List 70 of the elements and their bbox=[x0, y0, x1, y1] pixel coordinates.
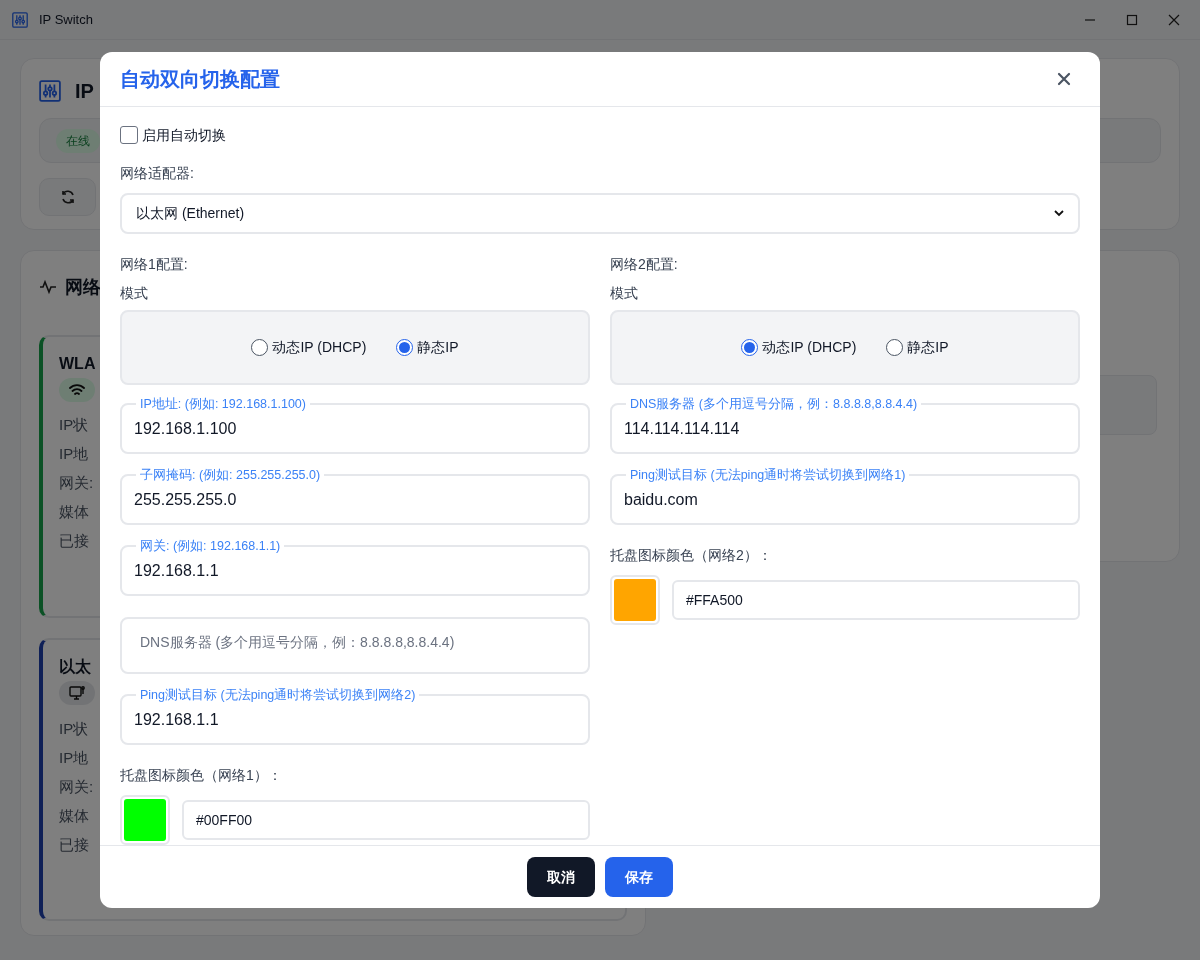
radio-option[interactable]: 静态IP bbox=[396, 337, 459, 359]
input-field[interactable]: 子网掩码: (例如: 255.255.255.0) 255.255.255.0 bbox=[120, 468, 590, 526]
section-label: 网络2配置: bbox=[610, 255, 679, 275]
color-input[interactable]: #FFA500 bbox=[672, 580, 1080, 621]
activity-icon bbox=[39, 278, 57, 296]
field-label: 托盘图标颜色（网络2）： bbox=[610, 546, 773, 566]
floating-label: IP地址: (例如: 192.168.1.100) bbox=[139, 397, 307, 412]
text-input[interactable]: 192.168.1.1 bbox=[134, 702, 576, 739]
text-input[interactable]: baidu.com bbox=[624, 482, 1066, 519]
save-button[interactable]: 保存 bbox=[605, 857, 673, 898]
text-input[interactable]: 192.168.1.1 bbox=[134, 553, 576, 590]
info-label: IP状 bbox=[59, 415, 89, 435]
text-input[interactable]: 114.114.114.114 bbox=[624, 411, 1066, 448]
checkbox[interactable] bbox=[120, 126, 138, 145]
cancel-button[interactable]: 取消 bbox=[527, 857, 595, 898]
input-field[interactable]: DNS服务器 (多个用逗号分隔，例：8.8.8.8,8.8.4.4) bbox=[120, 617, 590, 675]
floating-label: 网关: (例如: 192.168.1.1) bbox=[139, 539, 282, 554]
info-label: 网关: bbox=[59, 777, 94, 797]
input-field[interactable]: 网关: (例如: 192.168.1.1) 192.168.1.1 bbox=[120, 539, 590, 597]
refresh-button[interactable] bbox=[39, 178, 96, 216]
radio-button[interactable] bbox=[886, 339, 904, 357]
text-input[interactable]: 255.255.255.0 bbox=[134, 482, 576, 519]
input-field[interactable]: Ping测试目标 (无法ping通时将尝试切换到网络1) baidu.com bbox=[610, 468, 1080, 526]
radio-option[interactable]: 静态IP bbox=[886, 337, 949, 359]
field-label: 托盘图标颜色（网络1）： bbox=[120, 766, 283, 786]
app-title: IP bbox=[75, 79, 94, 104]
dialog-title: 自动双向切换配置 bbox=[120, 67, 280, 93]
floating-label: Ping测试目标 (无法ping通时将尝试切换到网络2) bbox=[139, 688, 417, 703]
field-label: 模式 bbox=[120, 284, 149, 304]
chevron-down-icon bbox=[1054, 210, 1064, 218]
input-field[interactable]: DNS服务器 (多个用逗号分隔，例：8.8.8.8,8.8.4.4) 114.114.114.114 bbox=[610, 397, 1080, 455]
radio-button[interactable] bbox=[251, 339, 269, 357]
radio-option[interactable]: 动态IP (DHCP) bbox=[251, 337, 367, 359]
text-input[interactable]: 192.168.1.100 bbox=[134, 411, 576, 448]
app-icon bbox=[39, 80, 61, 102]
maximize-icon[interactable] bbox=[1126, 13, 1138, 26]
checkbox-label: 启用自动切换 bbox=[142, 125, 226, 145]
input-field[interactable]: IP地址: (例如: 192.168.1.100) 192.168.1.100 bbox=[120, 397, 590, 455]
network-name: 以太 bbox=[59, 657, 91, 677]
radio-option[interactable]: 动态IP (DHCP) bbox=[741, 337, 857, 359]
info-label: 媒体 bbox=[59, 502, 89, 522]
radio-button[interactable] bbox=[741, 339, 759, 357]
info-label: IP地 bbox=[59, 444, 89, 464]
text-input[interactable]: DNS服务器 (多个用逗号分隔，例：8.8.8.8,8.8.4.4) bbox=[134, 624, 576, 661]
section-label: 网络1配置: bbox=[120, 255, 189, 275]
app-icon bbox=[12, 11, 28, 28]
adapter-dropdown[interactable]: 以太网 (Ethernet) bbox=[120, 193, 1080, 235]
section-title: 网络 bbox=[65, 275, 101, 299]
window-title: IP Switch bbox=[39, 10, 93, 29]
floating-label: DNS服务器 (多个用逗号分隔，例：8.8.8.8,8.8.4.4) bbox=[629, 397, 919, 412]
close-icon bbox=[1057, 72, 1071, 87]
field-label: 模式 bbox=[610, 284, 639, 304]
info-label: IP状 bbox=[59, 719, 89, 739]
status-badge: 在线 bbox=[56, 128, 100, 153]
refresh-icon bbox=[59, 189, 76, 205]
wifi-icon bbox=[69, 383, 85, 397]
field-label: 网络适配器: bbox=[120, 164, 195, 184]
info-label: 已接 bbox=[59, 835, 89, 855]
close-icon[interactable] bbox=[1168, 13, 1180, 26]
color-input[interactable]: #00FF00 bbox=[182, 800, 590, 841]
monitor-icon bbox=[69, 685, 85, 701]
info-label: 已接 bbox=[59, 531, 89, 551]
info-label: 网关: bbox=[59, 473, 94, 493]
radio-button[interactable] bbox=[396, 339, 414, 357]
input-field[interactable]: Ping测试目标 (无法ping通时将尝试切换到网络2) 192.168.1.1 bbox=[120, 688, 590, 746]
network-name: WLA bbox=[59, 354, 96, 374]
floating-label: 子网掩码: (例如: 255.255.255.0) bbox=[139, 468, 322, 483]
info-label: 媒体 bbox=[59, 806, 89, 826]
info-label: IP地 bbox=[59, 748, 89, 768]
floating-label: Ping测试目标 (无法ping通时将尝试切换到网络1) bbox=[629, 468, 907, 483]
